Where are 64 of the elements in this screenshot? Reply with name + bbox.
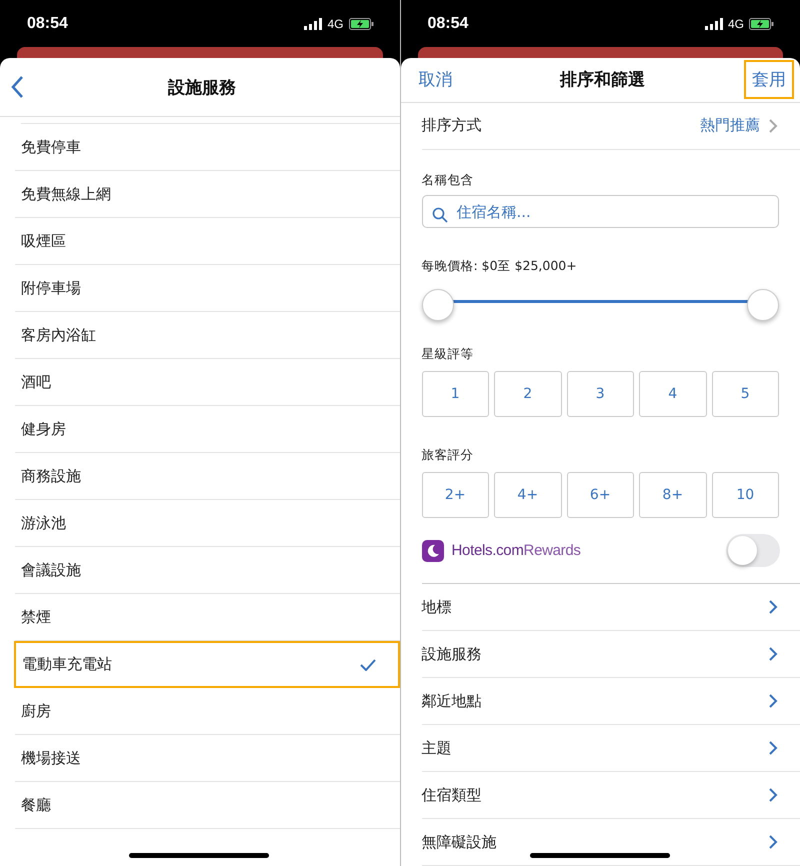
search-icon bbox=[432, 206, 448, 223]
signal-icon bbox=[704, 18, 723, 30]
star-option[interactable]: 2 bbox=[494, 371, 562, 417]
back-icon[interactable] bbox=[10, 75, 24, 99]
moon-icon bbox=[422, 540, 444, 562]
amenity-item[interactable]: 游泳池 bbox=[15, 500, 400, 547]
amenity-item[interactable]: 廚房 bbox=[15, 688, 400, 735]
sort-row[interactable]: 排序方式 熱門推薦 bbox=[422, 102, 800, 150]
amenity-item[interactable]: 禁煙 bbox=[15, 594, 400, 641]
star-rating-label: 星級評等 bbox=[422, 346, 474, 363]
chevron-right-icon bbox=[768, 599, 778, 615]
status-time: 08:54 bbox=[428, 14, 468, 32]
nav-row[interactable]: 鄰近地點 bbox=[422, 678, 800, 725]
chevron-right-icon bbox=[768, 740, 778, 756]
guest-rating-label: 旅客評分 bbox=[422, 447, 474, 464]
amenity-item[interactable]: 免費停車 bbox=[15, 124, 400, 171]
amenity-item[interactable]: 附停車場 bbox=[15, 265, 400, 312]
sort-value: 熱門推薦 bbox=[700, 116, 760, 136]
guest-rating-option[interactable]: 6+ bbox=[566, 472, 634, 518]
name-filter-label: 名稱包含 bbox=[422, 172, 474, 189]
slider-thumb[interactable] bbox=[422, 289, 454, 322]
battery-icon bbox=[348, 18, 374, 30]
guest-rating-option[interactable]: 10 bbox=[712, 472, 779, 518]
checkmark-icon bbox=[360, 658, 376, 670]
rewards-logo: Hotels.comRewards bbox=[452, 542, 581, 559]
guest-rating-option[interactable]: 8+ bbox=[639, 472, 706, 518]
screen-title: 排序和篩選 bbox=[560, 69, 645, 92]
chevron-right-icon bbox=[768, 693, 778, 709]
star-option[interactable]: 4 bbox=[639, 371, 706, 417]
nav-row[interactable]: 主題 bbox=[422, 725, 800, 772]
amenity-item[interactable]: 機場接送 bbox=[15, 735, 400, 782]
chevron-right-icon bbox=[768, 646, 778, 662]
chevron-right-icon bbox=[768, 787, 778, 803]
network-label: 4G bbox=[728, 16, 744, 30]
signal-icon bbox=[304, 18, 322, 30]
amenity-item[interactable]: 電動車充電站 bbox=[14, 641, 400, 688]
screen-title: 設施服務 bbox=[168, 76, 236, 98]
slider-thumb[interactable] bbox=[747, 289, 779, 322]
star-option[interactable]: 5 bbox=[712, 371, 779, 417]
nav-row[interactable]: 設施服務 bbox=[422, 631, 800, 678]
cancel-button[interactable]: 取消 bbox=[410, 60, 460, 100]
chevron-right-icon bbox=[768, 118, 778, 134]
star-option[interactable]: 1 bbox=[422, 371, 489, 417]
amenity-item[interactable]: 會議設施 bbox=[15, 547, 400, 594]
apply-button[interactable]: 套用 bbox=[744, 60, 794, 100]
network-label: 4G bbox=[327, 16, 344, 30]
chevron-right-icon bbox=[768, 834, 778, 850]
amenity-item[interactable]: 健身房 bbox=[15, 406, 400, 453]
amenity-item[interactable]: 吸煙區 bbox=[15, 218, 400, 265]
rewards-toggle[interactable] bbox=[726, 534, 780, 567]
amenity-item[interactable]: 客房內浴缸 bbox=[15, 312, 400, 359]
guest-rating-option[interactable]: 2+ bbox=[422, 472, 489, 518]
guest-rating-option[interactable]: 4+ bbox=[494, 472, 562, 518]
star-option[interactable]: 3 bbox=[566, 371, 634, 417]
amenity-item[interactable]: 商務設施 bbox=[15, 453, 400, 500]
amenity-item[interactable]: 免費無線上網 bbox=[15, 171, 400, 218]
battery-icon bbox=[749, 18, 774, 30]
nav-row[interactable]: 地標 bbox=[422, 584, 800, 631]
amenity-item[interactable]: 酒吧 bbox=[15, 359, 400, 406]
amenity-item[interactable]: 餐廳 bbox=[15, 782, 400, 829]
nav-row[interactable]: 住宿類型 bbox=[422, 772, 800, 819]
status-time: 08:54 bbox=[27, 14, 68, 32]
search-field[interactable]: 住宿名稱... bbox=[422, 194, 779, 228]
price-label: 每晚價格: $0至 $25,000+ bbox=[422, 258, 578, 276]
